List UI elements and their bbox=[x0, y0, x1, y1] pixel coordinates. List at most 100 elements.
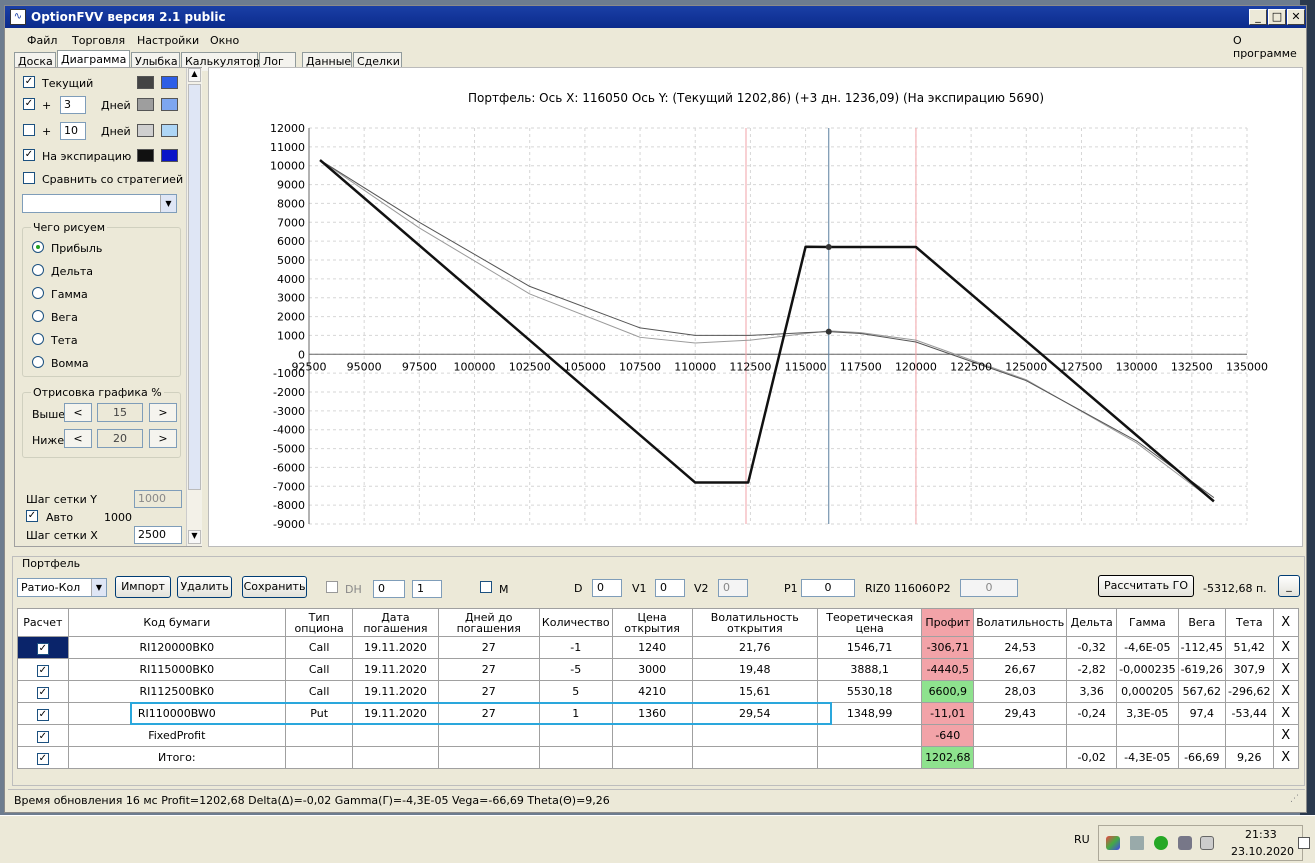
save-button[interactable]: Сохранить bbox=[242, 576, 307, 598]
language-indicator[interactable]: RU bbox=[1074, 833, 1090, 846]
col-open-price[interactable]: Цена открытия bbox=[611, 608, 693, 637]
resize-grip-icon[interactable]: ⋰ bbox=[1290, 794, 1302, 808]
cell-calc[interactable]: ✓ bbox=[17, 658, 69, 681]
radio-vomma[interactable] bbox=[32, 356, 44, 368]
grid-x-input[interactable]: 2500 bbox=[134, 526, 182, 544]
collapse-button[interactable]: _ bbox=[1278, 575, 1300, 597]
remove-all-icon[interactable]: X bbox=[1272, 608, 1300, 637]
col-open-vol[interactable]: Волатильность открытия bbox=[691, 608, 818, 637]
above-increase-button[interactable]: > bbox=[149, 403, 177, 422]
strategy-select[interactable]: ▼ bbox=[22, 194, 177, 213]
v1-input[interactable]: 0 bbox=[655, 579, 685, 597]
col-gamma[interactable]: Гамма bbox=[1116, 608, 1179, 637]
col-days-to-expiry[interactable]: Дней до погашения bbox=[437, 608, 540, 637]
radio-delta[interactable] bbox=[32, 264, 44, 276]
col-expiry-date[interactable]: Дата погашения bbox=[352, 608, 439, 637]
remove-row-icon[interactable]: X bbox=[1272, 724, 1300, 747]
above-decrease-button[interactable]: < bbox=[64, 403, 92, 422]
chevron-down-icon[interactable]: ▼ bbox=[91, 579, 106, 596]
security-icon[interactable] bbox=[1154, 836, 1168, 850]
col-code[interactable]: Код бумаги bbox=[67, 608, 286, 637]
radio-theta[interactable] bbox=[32, 333, 44, 345]
remove-row-icon[interactable]: X bbox=[1272, 636, 1300, 659]
menu-window[interactable]: Окно bbox=[210, 34, 239, 47]
col-calc[interactable]: Расчет bbox=[17, 608, 69, 637]
calc-checkbox[interactable]: ✓ bbox=[36, 642, 49, 655]
cell-calc[interactable]: ✓ bbox=[17, 746, 69, 769]
compare-checkbox[interactable] bbox=[23, 172, 35, 184]
network-icon[interactable] bbox=[1178, 836, 1192, 850]
strategy-mode-select[interactable]: Ратио-Кол ▼ bbox=[17, 578, 107, 597]
radio-vega[interactable] bbox=[32, 310, 44, 322]
d-input[interactable]: 0 bbox=[592, 579, 622, 597]
clock-time[interactable]: 21:33 bbox=[1245, 828, 1277, 841]
expiry-checkbox[interactable]: ✓ bbox=[23, 149, 35, 161]
col-theta[interactable]: Тета bbox=[1225, 608, 1274, 637]
col-quantity[interactable]: Количество bbox=[538, 608, 613, 637]
menu-settings[interactable]: Настройки bbox=[137, 34, 199, 47]
import-button[interactable]: Импорт bbox=[115, 576, 171, 598]
radio-profit[interactable] bbox=[32, 241, 44, 253]
remove-row-icon[interactable]: X bbox=[1272, 702, 1300, 725]
dh-checkbox[interactable] bbox=[326, 581, 338, 593]
below-increase-button[interactable]: > bbox=[149, 429, 177, 448]
radio-gamma[interactable] bbox=[32, 287, 44, 299]
plus10-color-swatch[interactable] bbox=[137, 124, 154, 137]
col-volatility[interactable]: Волатильность bbox=[973, 608, 1068, 637]
menu-about[interactable]: О программе bbox=[1233, 34, 1306, 60]
settings-scrollbar[interactable]: ▲ ▼ bbox=[186, 68, 202, 546]
calc-checkbox[interactable]: ✓ bbox=[36, 686, 49, 699]
plus10-checkbox[interactable] bbox=[23, 124, 35, 136]
grid-y-input[interactable]: 1000 bbox=[134, 490, 182, 508]
current-color-swatch[interactable] bbox=[137, 76, 154, 89]
col-delta[interactable]: Дельта bbox=[1066, 608, 1118, 637]
calc-checkbox[interactable]: ✓ bbox=[36, 730, 49, 743]
cell-calc[interactable]: ✓ bbox=[17, 636, 69, 659]
col-vega[interactable]: Вега bbox=[1177, 608, 1227, 637]
calc-checkbox[interactable]: ✓ bbox=[36, 752, 49, 765]
m-checkbox[interactable] bbox=[480, 581, 492, 593]
expiry-color-swatch[interactable] bbox=[137, 149, 154, 162]
calc-checkbox[interactable]: ✓ bbox=[36, 708, 49, 721]
cell-calc[interactable]: ✓ bbox=[17, 702, 69, 725]
close-icon[interactable]: ✕ bbox=[1287, 9, 1305, 25]
col-theor-price[interactable]: Теоретическая цена bbox=[816, 608, 923, 637]
table-row[interactable]: ✓ RI112500BK0 Call 19.11.2020 27 5 4210 15,61 55… bbox=[17, 680, 1300, 703]
remove-row-icon[interactable]: X bbox=[1272, 658, 1300, 681]
menu-trading[interactable]: Торговля bbox=[72, 34, 125, 47]
p1-input[interactable]: 0 bbox=[801, 579, 855, 597]
app-tray-icon[interactable] bbox=[1106, 836, 1120, 850]
delete-button[interactable]: Удалить bbox=[177, 576, 232, 598]
table-row[interactable]: ✓ Итого: 1202,68 -0,02 -4,3E-05 -66,69 9,26 X bbox=[17, 746, 1300, 769]
below-decrease-button[interactable]: < bbox=[64, 429, 92, 448]
profit-chart[interactable]: Портфель: Ось X: 116050 Ось Y: (Текущий … bbox=[209, 68, 1302, 546]
cell-calc[interactable]: ✓ bbox=[17, 680, 69, 703]
table-row[interactable]: ✓ FixedProfit -640 X bbox=[17, 724, 1300, 747]
plus3-exp-color-swatch[interactable] bbox=[161, 98, 178, 111]
chevron-down-icon[interactable]: ▼ bbox=[160, 195, 176, 212]
col-profit[interactable]: Профит bbox=[921, 608, 975, 637]
plus3-days-input[interactable]: 3 bbox=[60, 96, 86, 114]
remove-row-icon[interactable]: X bbox=[1272, 746, 1300, 769]
table-row[interactable]: ✓ RI120000BK0 Call 19.11.2020 27 -1 1240 21,76 1… bbox=[17, 636, 1300, 659]
volume-icon[interactable] bbox=[1130, 836, 1144, 850]
calc-margin-button[interactable]: Рассчитать ГО bbox=[1098, 575, 1194, 597]
clock-date[interactable]: 23.10.2020 bbox=[1231, 845, 1294, 858]
expiry-exp-color-swatch[interactable] bbox=[161, 149, 178, 162]
v2-input[interactable]: 0 bbox=[718, 579, 748, 597]
cell-calc[interactable]: ✓ bbox=[17, 724, 69, 747]
current-exp-color-swatch[interactable] bbox=[161, 76, 178, 89]
plus10-exp-color-swatch[interactable] bbox=[161, 124, 178, 137]
flag-icon[interactable] bbox=[1200, 836, 1214, 850]
title-bar[interactable]: ∿ OptionFVV версия 2.1 public _ □ ✕ bbox=[5, 6, 1306, 28]
dh-spin-2[interactable]: 1 bbox=[412, 580, 442, 598]
table-row[interactable]: ✓ RI115000BK0 Call 19.11.2020 27 -5 3000 19,48 3… bbox=[17, 658, 1300, 681]
calc-checkbox[interactable]: ✓ bbox=[36, 664, 49, 677]
remove-row-icon[interactable]: X bbox=[1272, 680, 1300, 703]
menu-file[interactable]: Файл bbox=[27, 34, 57, 47]
dh-spin-1[interactable]: 0 bbox=[373, 580, 405, 598]
auto-checkbox[interactable]: ✓ bbox=[26, 510, 38, 522]
col-option-type[interactable]: Тип опциона bbox=[284, 608, 354, 637]
plus10-days-input[interactable]: 10 bbox=[60, 122, 86, 140]
p2-input[interactable]: 0 bbox=[960, 579, 1018, 597]
